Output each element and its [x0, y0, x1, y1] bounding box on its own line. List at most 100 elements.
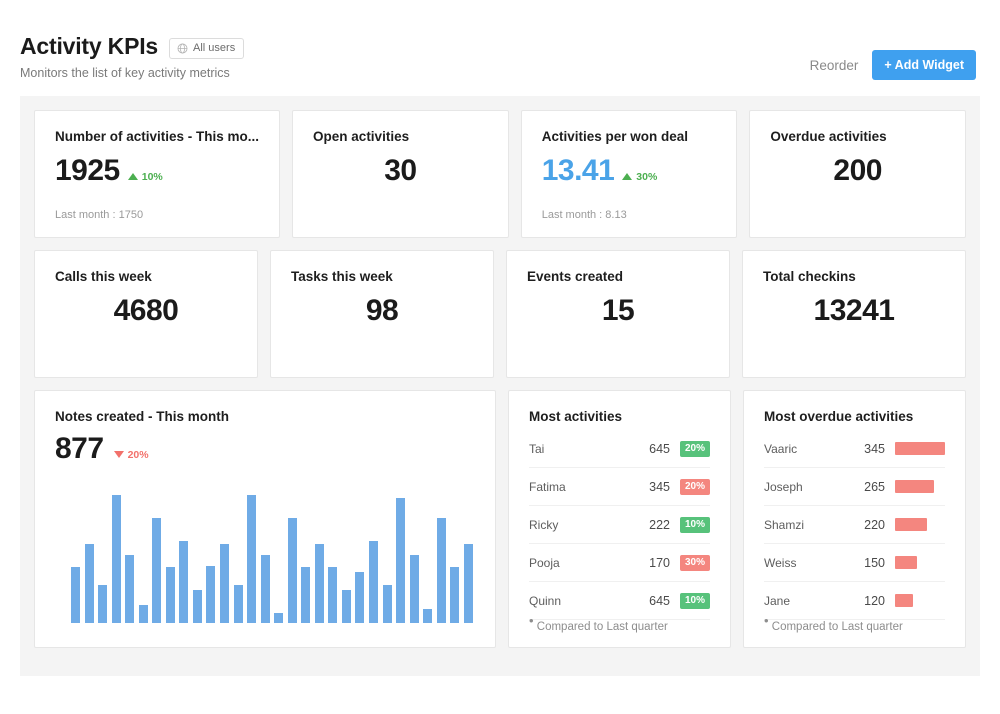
list-item[interactable]: Ricky 222 10%: [529, 506, 710, 545]
bar: [206, 565, 216, 624]
kpi-value: 30: [384, 154, 417, 188]
kpi-title: Overdue activities: [770, 129, 887, 145]
kpi-card[interactable]: Events created 15: [506, 250, 730, 379]
all-users-label: All users: [193, 42, 236, 55]
page-title: Activity KPIs: [20, 33, 159, 59]
kpi-value: 200: [833, 154, 882, 188]
list-item-name: Fatima: [529, 479, 566, 494]
widget-title: Most overdue activities: [764, 409, 914, 425]
most-activities-list: Tai 645 20% Fatima 345 20% Ricky 222 10% Pooja 170…: [529, 430, 710, 621]
bar: [125, 555, 135, 624]
kpi-delta-label: 10%: [141, 170, 163, 183]
kpi-value-row: 13.41 30%: [542, 156, 717, 186]
kpi-value-row: 4680: [55, 296, 237, 326]
widget-title: Notes created - This month: [55, 409, 230, 425]
bar: [233, 584, 243, 624]
all-users-filter-badge[interactable]: All users: [169, 38, 245, 60]
kpi-card[interactable]: Calls this week 4680: [34, 250, 258, 379]
bar: [463, 543, 473, 624]
list-item[interactable]: Fatima 345 20%: [529, 468, 710, 507]
notes-bar-chart: [71, 495, 473, 624]
bar: [98, 584, 108, 624]
bar: [328, 566, 338, 624]
list-item[interactable]: Tai 645 20%: [529, 430, 710, 469]
most-activities-widget[interactable]: Most activities Tai 645 20% Fatima 345 20% Ric…: [508, 390, 731, 649]
notes-delta: 20%: [113, 448, 149, 461]
list-item-value: 150: [864, 555, 885, 570]
kpi-value: 13241: [813, 294, 895, 328]
bar-fill: [895, 556, 917, 570]
list-item-value: 645: [649, 593, 670, 608]
bar: [274, 613, 284, 624]
kpi-card[interactable]: Total checkins 13241: [742, 250, 966, 379]
notes-value: 877: [55, 432, 104, 466]
bar-track: [895, 594, 945, 608]
bar: [355, 572, 365, 624]
kpi-row-1: Number of activities - This mo... 1925 10%…: [34, 110, 967, 239]
notes-delta-label: 20%: [127, 448, 149, 461]
list-item[interactable]: Pooja 170 30%: [529, 544, 710, 583]
status-badge: 10%: [680, 592, 710, 609]
page-header: Activity KPIs All users Monitors the lis…: [0, 0, 1000, 80]
list-item-value: 265: [864, 479, 885, 494]
bar-fill: [895, 518, 927, 532]
kpi-title: Number of activities - This mo...: [55, 129, 260, 145]
asterisk-icon: •: [529, 613, 534, 629]
bar-fill: [895, 480, 934, 494]
most-overdue-footnote: • Compared to Last quarter: [764, 613, 903, 633]
kpi-card[interactable]: Tasks this week 98: [270, 250, 494, 379]
kpi-value-row: 200: [770, 156, 945, 186]
most-overdue-list: Vaaric 345 Joseph 265 Shamzi 220 Weiss 150 Jane 1…: [764, 430, 945, 621]
kpi-card[interactable]: Number of activities - This mo... 1925 10%…: [34, 110, 281, 239]
bar: [84, 543, 94, 624]
kpi-card[interactable]: Activities per won deal 13.41 30% Last mont…: [520, 110, 738, 239]
status-badge: 30%: [680, 554, 710, 571]
header-left: Activity KPIs All users Monitors the lis…: [20, 33, 245, 80]
bar: [138, 605, 148, 624]
triangle-down-icon: [113, 451, 124, 459]
kpi-card[interactable]: Overdue activities 200: [749, 110, 967, 239]
list-item[interactable]: Joseph 265: [764, 468, 945, 507]
kpi-row-2: Calls this week 4680 Tasks this week 98 Even…: [34, 250, 966, 379]
status-badge: 10%: [680, 516, 710, 533]
list-item-value: 222: [649, 517, 670, 532]
kpi-footer: Last month : 1750: [55, 209, 144, 222]
bar: [152, 518, 162, 624]
dashboard-canvas: Number of activities - This mo... 1925 10%…: [20, 96, 980, 677]
kpi-value: 15: [601, 294, 635, 328]
list-item-value: 345: [649, 479, 670, 494]
list-item-name: Pooja: [529, 555, 560, 570]
list-item-value: 645: [649, 441, 670, 456]
reorder-button[interactable]: Reorder: [810, 58, 859, 73]
list-item-name: Jane: [764, 593, 791, 608]
kpi-card[interactable]: Open activities 30: [292, 110, 509, 239]
list-item-name: Weiss: [764, 555, 797, 570]
bar-fill: [895, 594, 913, 608]
add-widget-button[interactable]: + Add Widget: [872, 50, 976, 80]
most-overdue-activities-widget[interactable]: Most overdue activities Vaaric 345 Joseph 2…: [743, 390, 966, 649]
bar: [396, 497, 406, 624]
bar-track: [895, 480, 945, 494]
kpi-footer: Last month : 8.13: [541, 209, 627, 222]
bar-track: [895, 556, 945, 570]
bar: [341, 590, 351, 624]
triangle-up-icon: [622, 173, 633, 181]
kpi-value: 4680: [113, 294, 179, 328]
asterisk-icon: •: [764, 613, 769, 629]
bar-fill: [895, 442, 945, 456]
kpi-title: Activities per won deal: [541, 129, 688, 145]
notes-created-widget[interactable]: Notes created - This month 877 20%: [34, 390, 496, 649]
list-item[interactable]: Weiss 150: [764, 544, 945, 583]
list-item[interactable]: Vaaric 345: [764, 430, 945, 469]
kpi-value-row: 1925 10%: [55, 156, 259, 186]
list-item-name: Vaaric: [764, 441, 798, 456]
bar: [220, 543, 230, 624]
bar: [260, 555, 270, 624]
kpi-value: 13.41: [541, 154, 615, 188]
kpi-value: 1925: [55, 154, 120, 188]
bar: [314, 543, 324, 624]
bar-track: [895, 442, 945, 456]
list-item[interactable]: Shamzi 220: [764, 506, 945, 545]
kpi-title: Open activities: [313, 129, 410, 145]
bar: [111, 495, 121, 624]
